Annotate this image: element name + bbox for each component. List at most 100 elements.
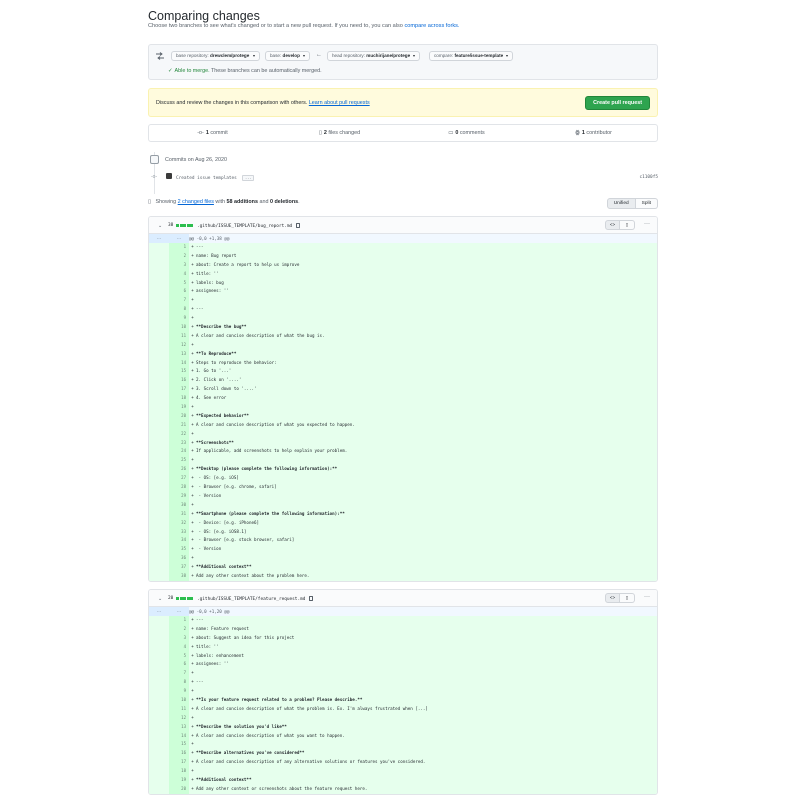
old-line-number[interactable]	[149, 483, 169, 492]
new-line-number[interactable]: 9	[169, 687, 189, 697]
old-line-number[interactable]	[149, 287, 169, 297]
old-line-number[interactable]	[149, 394, 169, 404]
old-line-number[interactable]	[149, 554, 169, 564]
new-line-number[interactable]: 32	[169, 518, 189, 528]
old-line-number[interactable]	[149, 331, 169, 341]
old-line-number[interactable]	[149, 305, 169, 315]
expand-up-button[interactable]: ...	[149, 607, 169, 616]
old-line-number[interactable]	[149, 678, 169, 688]
old-line-number[interactable]	[149, 251, 169, 261]
old-line-number[interactable]	[149, 269, 169, 279]
new-line-number[interactable]: 20	[169, 411, 189, 421]
kebab-menu-icon[interactable]: ···	[644, 594, 650, 600]
new-line-number[interactable]: 33	[169, 527, 189, 537]
new-line-number[interactable]: 18	[169, 767, 189, 777]
old-line-number[interactable]	[149, 758, 169, 768]
old-line-number[interactable]	[149, 500, 169, 510]
new-line-number[interactable]: 16	[169, 749, 189, 759]
chevron-down-icon[interactable]: ⌄	[158, 596, 162, 602]
new-line-number[interactable]: 19	[169, 776, 189, 785]
new-line-number[interactable]: 4	[169, 642, 189, 652]
new-line-number[interactable]: 11	[169, 704, 189, 714]
commit-message-link[interactable]: Created issue templates	[176, 176, 237, 181]
new-line-number[interactable]: 14	[169, 358, 189, 368]
new-line-number[interactable]: 19	[169, 403, 189, 412]
copy-icon[interactable]	[309, 595, 314, 601]
old-line-number[interactable]	[149, 456, 169, 466]
old-line-number[interactable]	[149, 411, 169, 421]
old-line-number[interactable]	[149, 713, 169, 723]
new-line-number[interactable]: 15	[169, 367, 189, 377]
commits-tab[interactable]: -o- 1 commit	[149, 125, 276, 141]
new-line-number[interactable]: 2	[169, 624, 189, 634]
file-path[interactable]: .github/ISSUE_TEMPLATE/feature_request.m…	[197, 595, 314, 602]
new-line-number[interactable]: 13	[169, 722, 189, 732]
old-line-number[interactable]	[149, 367, 169, 377]
code-view-button[interactable]: <>	[605, 593, 620, 603]
old-line-number[interactable]	[149, 536, 169, 546]
old-line-number[interactable]	[149, 385, 169, 395]
commit-expand-button[interactable]: ...	[242, 174, 254, 181]
base-repository-select[interactable]: base repository: drewclem/protege	[171, 51, 260, 61]
chevron-down-icon[interactable]: ⌄	[158, 223, 162, 229]
new-line-number[interactable]: 2	[169, 251, 189, 261]
new-line-number[interactable]: 5	[169, 651, 189, 661]
new-line-number[interactable]: 10	[169, 323, 189, 332]
new-line-number[interactable]: 24	[169, 447, 189, 457]
new-line-number[interactable]: 8	[169, 678, 189, 688]
old-line-number[interactable]	[149, 642, 169, 652]
old-line-number[interactable]	[149, 465, 169, 475]
old-line-number[interactable]	[149, 767, 169, 777]
old-line-number[interactable]	[149, 687, 169, 697]
new-line-number[interactable]: 34	[169, 536, 189, 546]
new-line-number[interactable]: 22	[169, 429, 189, 439]
new-line-number[interactable]: 20	[169, 784, 189, 794]
old-line-number[interactable]	[149, 323, 169, 332]
new-line-number[interactable]: 4	[169, 269, 189, 279]
old-line-number[interactable]	[149, 314, 169, 324]
new-line-number[interactable]: 7	[169, 296, 189, 306]
new-line-number[interactable]: 16	[169, 376, 189, 386]
new-line-number[interactable]: 17	[169, 385, 189, 395]
old-line-number[interactable]	[149, 749, 169, 759]
old-line-number[interactable]	[149, 509, 169, 519]
new-line-number[interactable]: 12	[169, 713, 189, 723]
rich-diff-button[interactable]: ▯	[620, 220, 635, 230]
changed-files-link[interactable]: 2 changed files	[178, 199, 214, 205]
old-line-number[interactable]	[149, 669, 169, 679]
new-line-number[interactable]: 14	[169, 731, 189, 741]
new-line-number[interactable]: 15	[169, 740, 189, 750]
new-line-number[interactable]: 29	[169, 491, 189, 501]
new-line-number[interactable]: 21	[169, 420, 189, 430]
new-line-number[interactable]: 17	[169, 758, 189, 768]
old-line-number[interactable]	[149, 491, 169, 501]
new-line-number[interactable]: 18	[169, 394, 189, 404]
old-line-number[interactable]	[149, 776, 169, 785]
expand-up-button[interactable]: ...	[149, 234, 169, 243]
old-line-number[interactable]	[149, 518, 169, 528]
code-view-button[interactable]: <>	[605, 220, 620, 230]
base-branch-select[interactable]: base: develop	[265, 51, 311, 61]
compare-branch-select[interactable]: compare: feature/issue-template	[429, 51, 514, 61]
new-line-number[interactable]: 35	[169, 545, 189, 555]
new-line-number[interactable]: 8	[169, 305, 189, 315]
new-line-number[interactable]: 3	[169, 633, 189, 643]
commit-sha-link[interactable]: c1100f5	[639, 175, 658, 180]
old-line-number[interactable]	[149, 784, 169, 794]
new-line-number[interactable]: 13	[169, 349, 189, 359]
new-line-number[interactable]: 7	[169, 669, 189, 679]
compare-forks-link[interactable]: compare across forks.	[404, 23, 459, 29]
new-line-number[interactable]: 23	[169, 438, 189, 448]
new-line-number[interactable]: 26	[169, 465, 189, 475]
old-line-number[interactable]	[149, 731, 169, 741]
new-line-number[interactable]: 1	[169, 616, 189, 625]
new-line-number[interactable]: 28	[169, 483, 189, 492]
new-line-number[interactable]: 10	[169, 696, 189, 705]
new-line-number[interactable]: 27	[169, 474, 189, 484]
old-line-number[interactable]	[149, 278, 169, 288]
old-line-number[interactable]	[149, 403, 169, 412]
old-line-number[interactable]	[149, 696, 169, 705]
new-line-number[interactable]: 5	[169, 278, 189, 288]
new-line-number[interactable]: 37	[169, 563, 189, 572]
new-line-number[interactable]: 11	[169, 331, 189, 341]
